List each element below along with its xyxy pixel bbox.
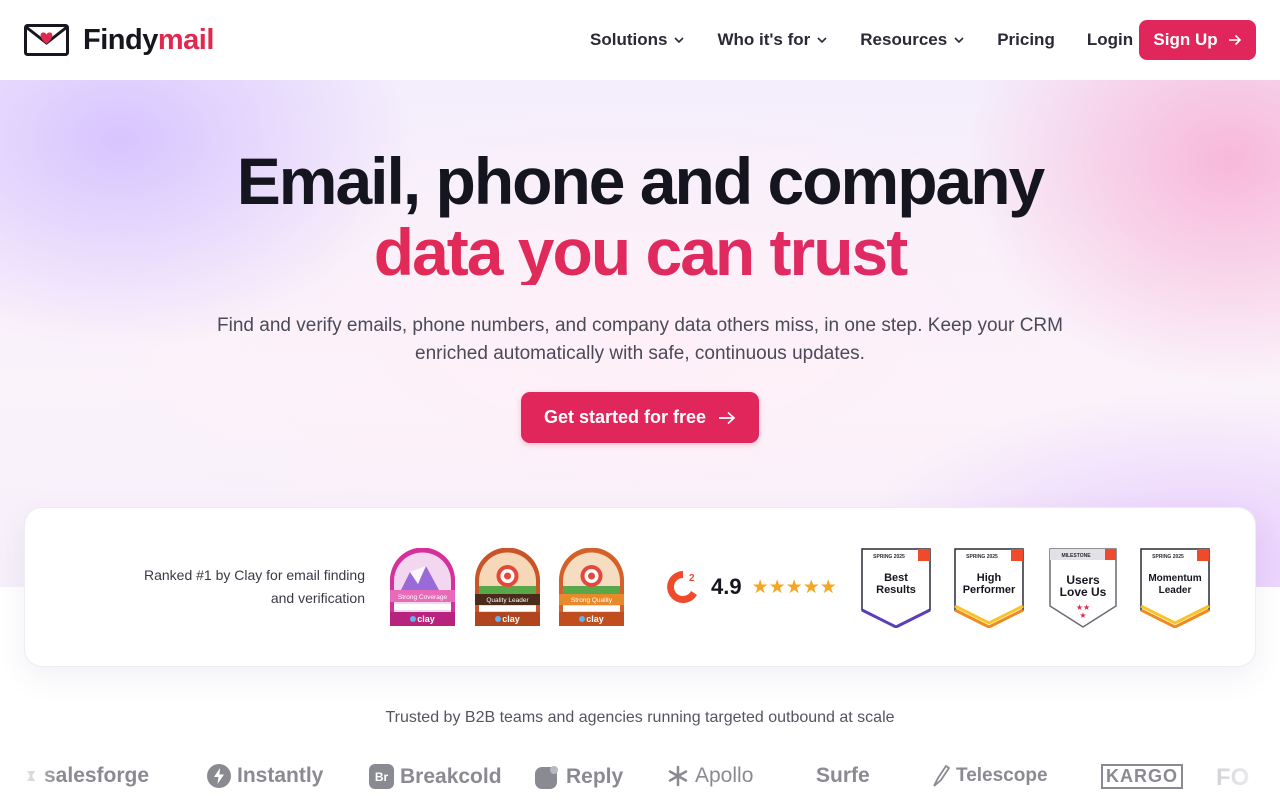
envelope-heart-icon [24, 24, 69, 56]
clay-quality-leader-badge: Quality Leader clay [475, 548, 540, 626]
logo-surfe: Surfe [816, 764, 870, 787]
reply-icon [535, 766, 558, 789]
nav-resources[interactable]: Resources [860, 30, 965, 50]
svg-text:Leader: Leader [1159, 585, 1192, 596]
top-nav: Findymail Solutions Who it's for Resourc… [0, 0, 1280, 80]
svg-text:SPRING 2025: SPRING 2025 [966, 554, 998, 560]
clay-strong-quality-badge: Strong Quality clay [559, 548, 624, 626]
hero-title-line1: Email, phone and company [236, 144, 1046, 218]
svg-text:Br: Br [375, 770, 389, 784]
arrow-right-icon [1228, 34, 1241, 46]
arrow-right-icon [719, 411, 736, 424]
logo-kargo: KARGO [1101, 764, 1183, 789]
logo-wordmark: Findymail [83, 23, 214, 56]
g2-logo-icon: 2 [667, 571, 697, 603]
nav-who-its-for[interactable]: Who it's for [717, 30, 828, 50]
g2-best-results-badge: SPRING 2025 Best Results [861, 548, 931, 628]
get-started-button[interactable]: Get started for free [521, 392, 759, 443]
logo-telescope: Telescope [930, 764, 1048, 788]
svg-text:clay: clay [586, 614, 604, 624]
chevron-down-icon [674, 37, 685, 44]
nav-solutions[interactable]: Solutions [590, 30, 685, 50]
svg-text:Best: Best [884, 572, 908, 584]
customer-logos: salesforge Instantly Br Breakcold Reply … [0, 760, 1280, 796]
logo-apollo: Apollo [667, 764, 753, 788]
svg-text:clay: clay [417, 614, 435, 624]
apollo-asterisk-icon [668, 765, 688, 787]
svg-text:clay: clay [502, 614, 520, 624]
logo-reply: Reply [534, 764, 623, 790]
g2-users-love-us-badge: MILESTONE Users Love Us ★★ ★ [1049, 548, 1117, 628]
clay-rank-text: Ranked #1 by Clay for email finding and … [143, 567, 365, 606]
g2-high-performer-badge: SPRING 2025 High Performer [954, 548, 1024, 628]
trusted-by-text: Trusted by B2B teams and agencies runnin… [385, 709, 895, 726]
g2-momentum-leader-badge: SPRING 2025 Momentum Leader [1140, 548, 1210, 628]
logo-fade-left [0, 755, 60, 800]
awards-card: Ranked #1 by Clay for email finding and … [24, 507, 1256, 667]
clay-strong-coverage-badge: Strong Coverage clay [390, 548, 455, 626]
svg-text:Strong Quality: Strong Quality [571, 597, 613, 604]
chevron-down-icon [817, 37, 827, 44]
svg-text:High: High [977, 572, 1002, 584]
hero-title-line2: data you can trust [0, 219, 1280, 285]
star-rating-icon: ★★★★★ [751, 576, 837, 598]
telescope-icon [933, 764, 950, 787]
logo-fade-right [1200, 755, 1280, 800]
svg-text:Momentum: Momentum [1148, 573, 1201, 584]
logo[interactable]: Findymail [24, 24, 214, 57]
nav-login[interactable]: Login [1087, 30, 1133, 50]
svg-text:MILESTONE: MILESTONE [1061, 553, 1091, 559]
svg-text:2: 2 [689, 573, 695, 584]
svg-text:Strong Coverage: Strong Coverage [398, 594, 448, 601]
svg-text:SPRING 2025: SPRING 2025 [1152, 554, 1184, 560]
lightning-icon [207, 764, 231, 788]
logo-breakcold: Br Breakcold [369, 764, 502, 789]
chevron-down-icon [954, 37, 964, 44]
nav-links: Solutions Who it's for Resources Pricing… [590, 0, 1133, 80]
g2-score: 4.9 [711, 574, 742, 599]
svg-text:★: ★ [1079, 611, 1086, 620]
breakcold-icon: Br [369, 764, 394, 789]
svg-text:Quality Leader: Quality Leader [486, 597, 529, 604]
svg-text:Results: Results [876, 584, 916, 596]
svg-text:Performer: Performer [963, 584, 1016, 596]
logo-instantly: Instantly [207, 764, 323, 788]
hero-subtitle: Find and verify emails, phone numbers, a… [217, 315, 1063, 364]
nav-pricing[interactable]: Pricing [997, 30, 1055, 50]
svg-text:SPRING 2025: SPRING 2025 [873, 554, 905, 560]
sign-up-button[interactable]: Sign Up [1139, 20, 1256, 60]
g2-rating: 2 4.9 ★★★★★ [665, 568, 837, 606]
svg-text:Love Us: Love Us [1060, 585, 1107, 599]
